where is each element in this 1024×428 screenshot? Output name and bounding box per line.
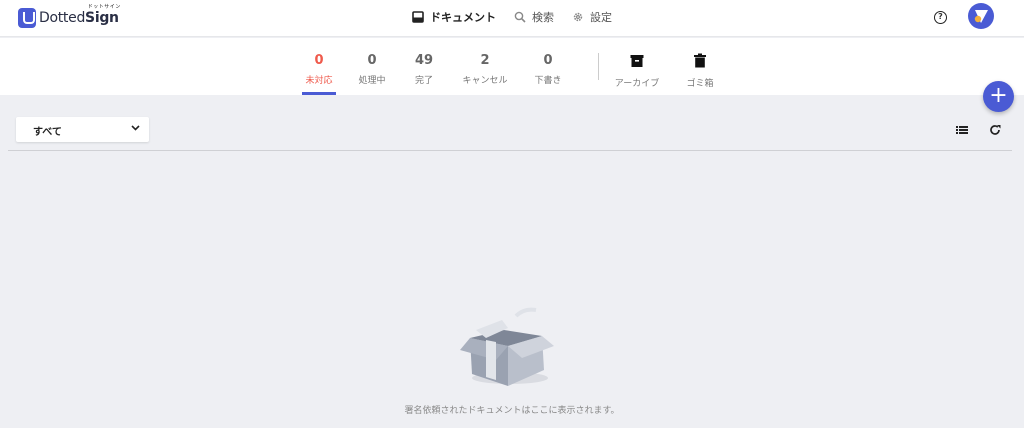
tab-archive[interactable]: アーカイブ <box>609 38 665 95</box>
gear-icon <box>573 12 583 22</box>
logo-text: ドットサイン DottedSign <box>39 4 120 26</box>
help-icon[interactable]: ? <box>934 11 947 24</box>
tab-count: 0 <box>543 53 553 68</box>
logo-kana: ドットサイン <box>87 4 121 10</box>
nav-settings-label: 設定 <box>590 11 612 24</box>
tab-label: 未対応 <box>305 76 333 86</box>
nav-settings[interactable]: 設定 <box>572 9 612 25</box>
tab-count: 0 <box>314 53 324 68</box>
tab-unhandled[interactable]: 0 未対応 <box>294 38 344 95</box>
tab-completed[interactable]: 49 完了 <box>399 38 449 95</box>
trash-icon <box>694 53 706 68</box>
empty-state-message: 署名依頼されたドキュメントはここに表示されます。 <box>404 406 620 416</box>
logo-mark-icon <box>18 8 36 28</box>
nav-search-label: 検索 <box>532 11 554 24</box>
chevron-down-icon <box>131 125 140 131</box>
filter-select[interactable]: すべて <box>16 117 149 142</box>
tab-label: 完了 <box>414 76 433 86</box>
nav-search[interactable]: 検索 <box>514 9 554 25</box>
top-bar: ドットサイン DottedSign ドキュメント 検索 設定 ? <box>0 0 1024 37</box>
main-nav: ドキュメント 検索 設定 <box>412 9 630 25</box>
logo-text-bold: Sign <box>85 10 119 26</box>
tab-trash[interactable]: ゴミ箱 <box>674 38 726 95</box>
refresh-icon[interactable] <box>988 123 1002 137</box>
tab-label: ゴミ箱 <box>686 79 714 89</box>
tab-label: アーカイブ <box>614 79 660 89</box>
nav-documents[interactable]: ドキュメント <box>412 9 496 25</box>
tab-count: 0 <box>367 53 377 68</box>
logo-text-main: Dotted <box>39 10 86 26</box>
tab-divider <box>598 53 599 80</box>
app-logo[interactable]: ドットサイン DottedSign <box>18 4 120 30</box>
archive-icon <box>630 55 644 67</box>
tab-in-progress[interactable]: 0 処理中 <box>347 38 397 95</box>
tab-cancelled[interactable]: 2 キャンセル <box>455 38 515 95</box>
filter-value: すべて <box>33 127 62 138</box>
search-icon <box>514 11 526 23</box>
tab-count: 2 <box>480 53 490 68</box>
avatar-icon <box>974 10 988 23</box>
tab-label: キャンセル <box>462 76 508 86</box>
status-tabs: 0 未対応 0 処理中 49 完了 2 キャンセル 0 下書き アーカイブ ゴミ… <box>0 38 1024 95</box>
avatar[interactable] <box>968 3 994 29</box>
nav-documents-label: ドキュメント <box>430 11 496 24</box>
empty-box-icon <box>460 307 554 386</box>
tab-label: 処理中 <box>358 76 386 86</box>
tab-drafts[interactable]: 0 下書き <box>523 38 573 95</box>
add-document-button[interactable]: + <box>983 81 1014 112</box>
inbox-icon <box>412 11 424 23</box>
tab-label: 下書き <box>534 76 562 86</box>
list-view-icon[interactable] <box>955 123 969 137</box>
tab-count: 49 <box>414 53 434 68</box>
content-divider <box>8 150 1012 151</box>
